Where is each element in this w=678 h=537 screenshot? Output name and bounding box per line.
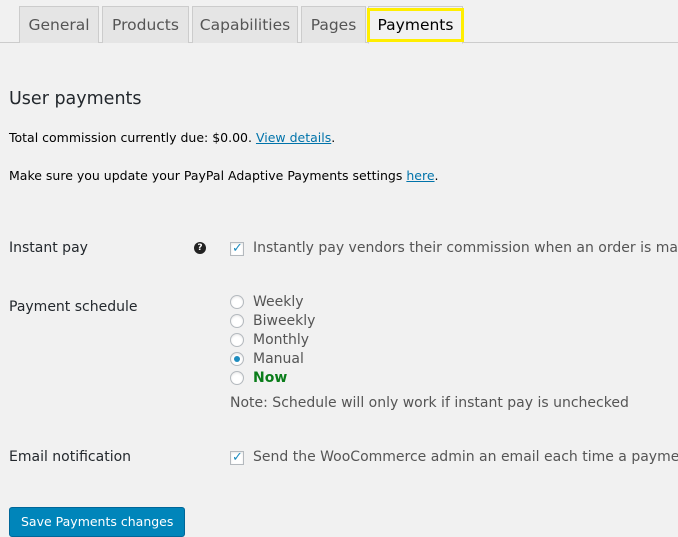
radio-label-biweekly: Biweekly: [253, 313, 316, 329]
settings-tabs: General Products Capabilities Pages Paym…: [0, 0, 678, 44]
tab-payments[interactable]: Payments: [368, 6, 463, 44]
section-title: User payments: [9, 89, 142, 109]
radio-weekly[interactable]: [230, 295, 244, 309]
radio-now[interactable]: [230, 371, 244, 385]
checkmark-icon: ✓: [232, 241, 243, 256]
paypal-settings-text: Make sure you update your PayPal Adaptiv…: [9, 168, 439, 183]
tab-general[interactable]: General: [19, 6, 99, 43]
instant-pay-label: Instant pay: [9, 240, 88, 256]
radio-monthly[interactable]: [230, 333, 244, 347]
radio-label-monthly: Monthly: [253, 332, 310, 348]
email-notification-checkbox[interactable]: ✓: [230, 450, 244, 465]
email-notification-description: Send the WooCommerce admin an email each…: [253, 449, 678, 465]
paypal-settings-link[interactable]: here: [406, 168, 434, 183]
question-circle-icon[interactable]: ?: [194, 242, 206, 254]
tab-capabilities[interactable]: Capabilities: [192, 6, 298, 43]
instant-pay-description: Instantly pay vendors their commission w…: [253, 240, 678, 256]
radio-label-manual: Manual: [253, 351, 304, 367]
tab-pages[interactable]: Pages: [301, 6, 366, 43]
tab-products[interactable]: Products: [102, 6, 189, 43]
radio-biweekly[interactable]: [230, 314, 244, 328]
checkmark-icon: ✓: [232, 450, 243, 465]
commission-text: Total commission currently due: $0.00. V…: [9, 130, 336, 145]
instant-pay-checkbox[interactable]: ✓: [230, 241, 244, 256]
save-payments-button[interactable]: Save Payments changes: [9, 507, 186, 537]
view-details-link[interactable]: View details: [256, 130, 331, 145]
schedule-note: Note: Schedule will only work if instant…: [230, 395, 629, 411]
radio-selected-dot: [234, 356, 240, 362]
radio-label-now: Now: [253, 370, 288, 386]
radio-label-weekly: Weekly: [253, 294, 304, 310]
radio-manual[interactable]: [230, 352, 244, 366]
payment-schedule-label: Payment schedule: [9, 299, 138, 315]
email-notification-label: Email notification: [9, 449, 132, 465]
